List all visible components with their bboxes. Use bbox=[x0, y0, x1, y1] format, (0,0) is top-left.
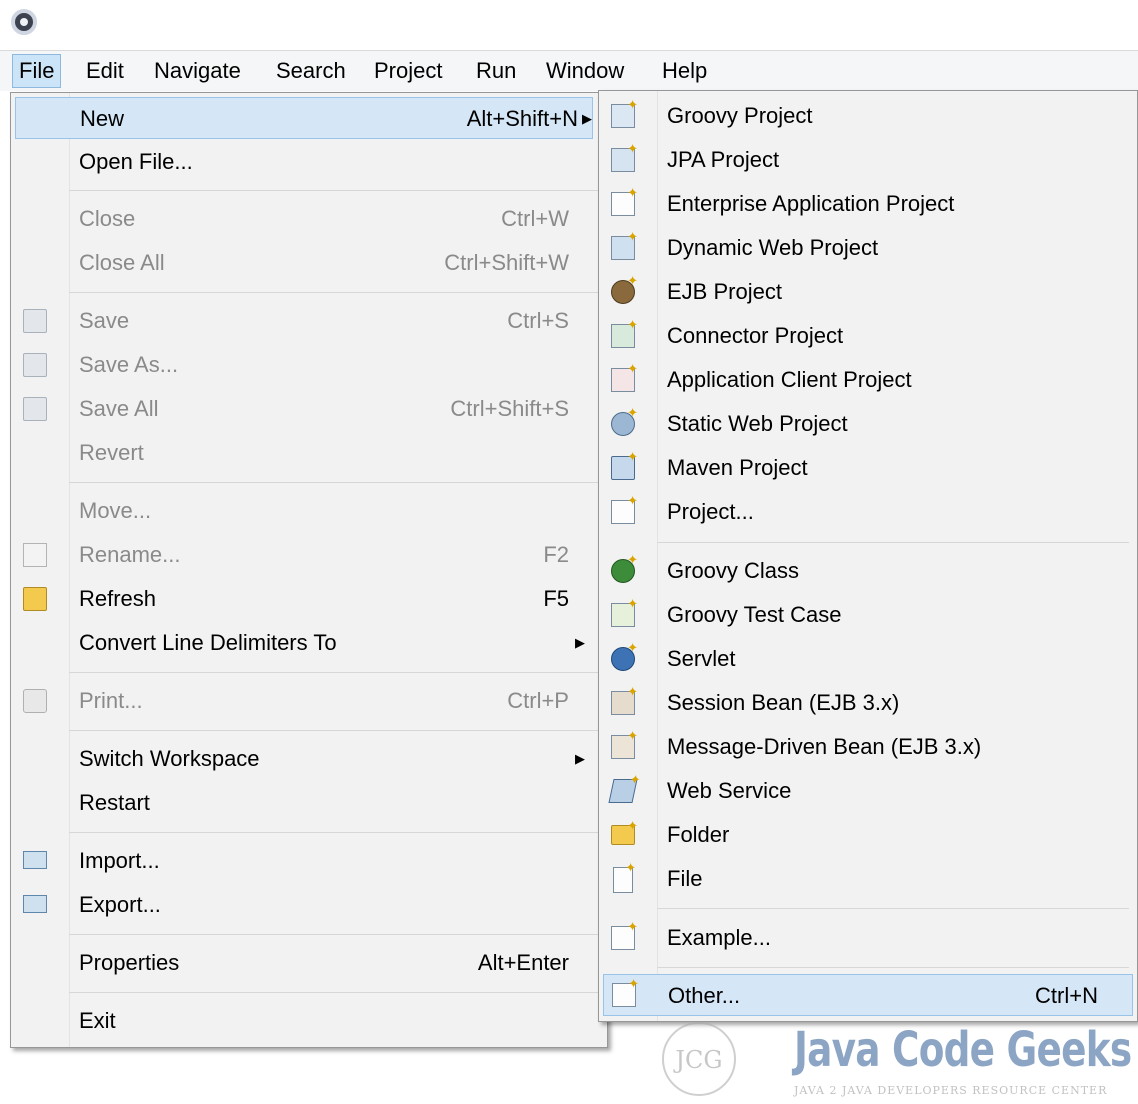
menu-bar: File Edit Navigate Search Project Run Wi… bbox=[0, 50, 1138, 91]
menu-separator bbox=[69, 190, 599, 191]
file-icon bbox=[613, 860, 636, 893]
new-project[interactable]: Project... bbox=[599, 491, 1137, 533]
menu-separator bbox=[69, 832, 599, 833]
menu-edit[interactable]: Edit bbox=[80, 55, 130, 87]
new-session-bean[interactable]: Session Bean (EJB 3.x) bbox=[599, 682, 1137, 724]
new-maven-project[interactable]: Maven Project bbox=[599, 447, 1137, 489]
menu-project[interactable]: Project bbox=[368, 55, 448, 87]
connector-project-icon bbox=[611, 317, 638, 348]
file-menu-close[interactable]: Close Ctrl+W bbox=[11, 198, 607, 240]
menu-separator bbox=[69, 672, 599, 673]
file-menu-close-all[interactable]: Close All Ctrl+Shift+W bbox=[11, 242, 607, 284]
java-code-geeks-watermark: JCG Java Code Geeks JAVA 2 JAVA DEVELOPE… bbox=[654, 1018, 1138, 1104]
new-enterprise-application-project[interactable]: Enterprise Application Project bbox=[599, 183, 1137, 225]
groovy-class-icon bbox=[611, 552, 638, 583]
menu-file[interactable]: File bbox=[12, 54, 62, 88]
new-connector-project[interactable]: Connector Project bbox=[599, 315, 1137, 357]
menu-window[interactable]: Window bbox=[540, 55, 630, 87]
menu-help[interactable]: Help bbox=[656, 55, 713, 87]
message-driven-bean-icon bbox=[611, 728, 638, 759]
file-menu-print[interactable]: Print... Ctrl+P bbox=[11, 680, 607, 722]
menu-separator bbox=[69, 730, 599, 731]
refresh-icon bbox=[23, 587, 47, 611]
eclipse-app-icon bbox=[11, 9, 37, 35]
menu-navigate[interactable]: Navigate bbox=[148, 55, 247, 87]
file-menu-save[interactable]: Save Ctrl+S bbox=[11, 300, 607, 342]
file-menu-move[interactable]: Move... bbox=[11, 490, 607, 532]
jcg-logo-icon: JCG bbox=[662, 1022, 736, 1096]
menu-search[interactable]: Search bbox=[270, 55, 352, 87]
file-menu-rename[interactable]: Rename... F2 bbox=[11, 534, 607, 576]
dynamic-web-project-icon bbox=[611, 229, 638, 260]
submenu-arrow-icon: ▶ bbox=[575, 751, 585, 766]
new-folder[interactable]: Folder bbox=[599, 814, 1137, 856]
menu-separator bbox=[69, 992, 599, 993]
export-icon bbox=[23, 895, 47, 913]
menu-separator bbox=[657, 967, 1129, 968]
new-file[interactable]: File bbox=[599, 858, 1137, 900]
menu-separator bbox=[657, 542, 1129, 543]
new-jpa-project[interactable]: JPA Project bbox=[599, 139, 1137, 181]
rename-icon bbox=[23, 543, 47, 567]
groovy-project-icon bbox=[611, 97, 638, 128]
menu-separator bbox=[69, 482, 599, 483]
file-menu-switch-workspace[interactable]: Switch Workspace ▶ bbox=[11, 738, 607, 780]
menu-separator bbox=[657, 908, 1129, 909]
new-submenu: Groovy Project JPA Project Enterprise Ap… bbox=[598, 90, 1138, 1022]
new-servlet[interactable]: Servlet bbox=[599, 638, 1137, 680]
session-bean-icon bbox=[611, 684, 638, 715]
application-client-project-icon bbox=[611, 361, 638, 392]
new-groovy-class[interactable]: Groovy Class bbox=[599, 550, 1137, 592]
file-menu-properties[interactable]: Properties Alt+Enter bbox=[11, 942, 607, 984]
new-ejb-project[interactable]: EJB Project bbox=[599, 271, 1137, 313]
menu-separator bbox=[69, 292, 599, 293]
new-dynamic-web-project[interactable]: Dynamic Web Project bbox=[599, 227, 1137, 269]
file-menu-new[interactable]: New Alt+Shift+N ▶ bbox=[15, 97, 593, 139]
file-menu-exit[interactable]: Exit bbox=[11, 1000, 607, 1042]
new-example[interactable]: Example... bbox=[599, 917, 1137, 959]
web-service-icon bbox=[608, 779, 638, 803]
new-groovy-project[interactable]: Groovy Project bbox=[599, 95, 1137, 137]
new-static-web-project[interactable]: Static Web Project bbox=[599, 403, 1137, 445]
file-menu-restart[interactable]: Restart bbox=[11, 782, 607, 824]
file-menu-save-all[interactable]: Save All Ctrl+Shift+S bbox=[11, 388, 607, 430]
save-icon bbox=[23, 309, 47, 333]
file-menu-open-file[interactable]: Open File... bbox=[11, 141, 607, 183]
file-menu-revert[interactable]: Revert bbox=[11, 432, 607, 474]
submenu-arrow-icon: ▶ bbox=[582, 111, 592, 126]
menu-separator bbox=[69, 934, 599, 935]
enterprise-application-project-icon bbox=[611, 185, 638, 216]
file-menu-convert-line-delimiters[interactable]: Convert Line Delimiters To ▶ bbox=[11, 622, 607, 664]
import-icon bbox=[23, 851, 47, 869]
ejb-project-icon bbox=[611, 273, 638, 304]
static-web-project-icon bbox=[611, 405, 638, 436]
file-menu-import[interactable]: Import... bbox=[11, 840, 607, 882]
new-groovy-test-case[interactable]: Groovy Test Case bbox=[599, 594, 1137, 636]
new-other[interactable]: Other... Ctrl+N bbox=[603, 974, 1133, 1016]
save-all-icon bbox=[23, 397, 47, 421]
groovy-test-case-icon bbox=[611, 596, 638, 627]
other-wizard-icon bbox=[612, 976, 639, 1007]
servlet-icon bbox=[611, 640, 638, 671]
example-icon bbox=[611, 919, 638, 950]
print-icon bbox=[23, 689, 47, 713]
menu-run[interactable]: Run bbox=[470, 55, 522, 87]
jpa-project-icon bbox=[611, 141, 638, 172]
new-web-service[interactable]: Web Service bbox=[599, 770, 1137, 812]
save-as-icon bbox=[23, 353, 47, 377]
file-menu: New Alt+Shift+N ▶ Open File... Close Ctr… bbox=[10, 92, 608, 1048]
new-message-driven-bean[interactable]: Message-Driven Bean (EJB 3.x) bbox=[599, 726, 1137, 768]
maven-project-icon bbox=[611, 449, 638, 480]
file-menu-save-as[interactable]: Save As... bbox=[11, 344, 607, 386]
submenu-arrow-icon: ▶ bbox=[575, 635, 585, 650]
file-menu-refresh[interactable]: Refresh F5 bbox=[11, 578, 607, 620]
project-icon bbox=[611, 493, 638, 524]
file-menu-export[interactable]: Export... bbox=[11, 884, 607, 926]
folder-icon bbox=[611, 818, 638, 845]
new-application-client-project[interactable]: Application Client Project bbox=[599, 359, 1137, 401]
